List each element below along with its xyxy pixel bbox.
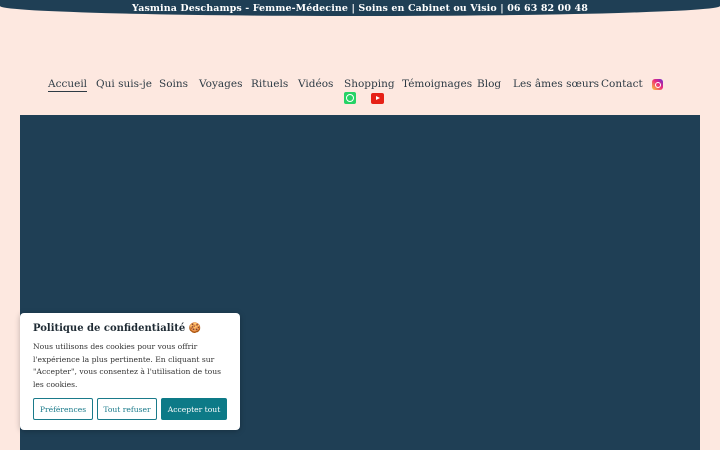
whatsapp-icon[interactable] [344,92,356,104]
nav-item-accueil[interactable]: Accueil [48,78,88,92]
cookie-title: Politique de confidentialité 🍪 [33,323,202,334]
nav-item-qui-suis-je[interactable]: Qui suis-je [96,78,152,90]
nav-item-temoignages[interactable]: Témoignages [402,78,472,90]
announcement-text: Yasmina Deschamps - Femme-Médecine | Soi… [132,2,588,14]
main-navigation: Accueil Qui suis-je Soins Voyages Rituel… [40,78,680,96]
nav-item-blog[interactable]: Blog [477,78,501,90]
nav-item-shopping[interactable]: Shopping [344,78,395,90]
instagram-icon[interactable] [652,79,663,90]
reject-all-button[interactable]: Tout refuser [97,398,157,420]
nav-item-voyages[interactable]: Voyages [199,78,242,90]
nav-item-soins[interactable]: Soins [159,78,188,90]
accept-all-button[interactable]: Accepter tout [161,398,227,420]
nav-item-contact[interactable]: Contact [601,78,643,90]
cookie-consent-banner: Politique de confidentialité 🍪 Nous util… [20,313,240,430]
nav-item-videos[interactable]: Vidéos [298,78,333,90]
cookie-buttons: Préférences Tout refuser Accepter tout [33,398,227,420]
preferences-button[interactable]: Préférences [33,398,93,420]
nav-item-rituels[interactable]: Rituels [251,78,288,90]
nav-item-ames-soeurs[interactable]: Les âmes sœurs [513,78,599,90]
cookie-description: Nous utilisons des cookies pour vous off… [33,342,222,389]
top-announcement-bar: Yasmina Deschamps - Femme-Médecine | Soi… [0,0,720,16]
youtube-icon[interactable] [371,93,384,104]
